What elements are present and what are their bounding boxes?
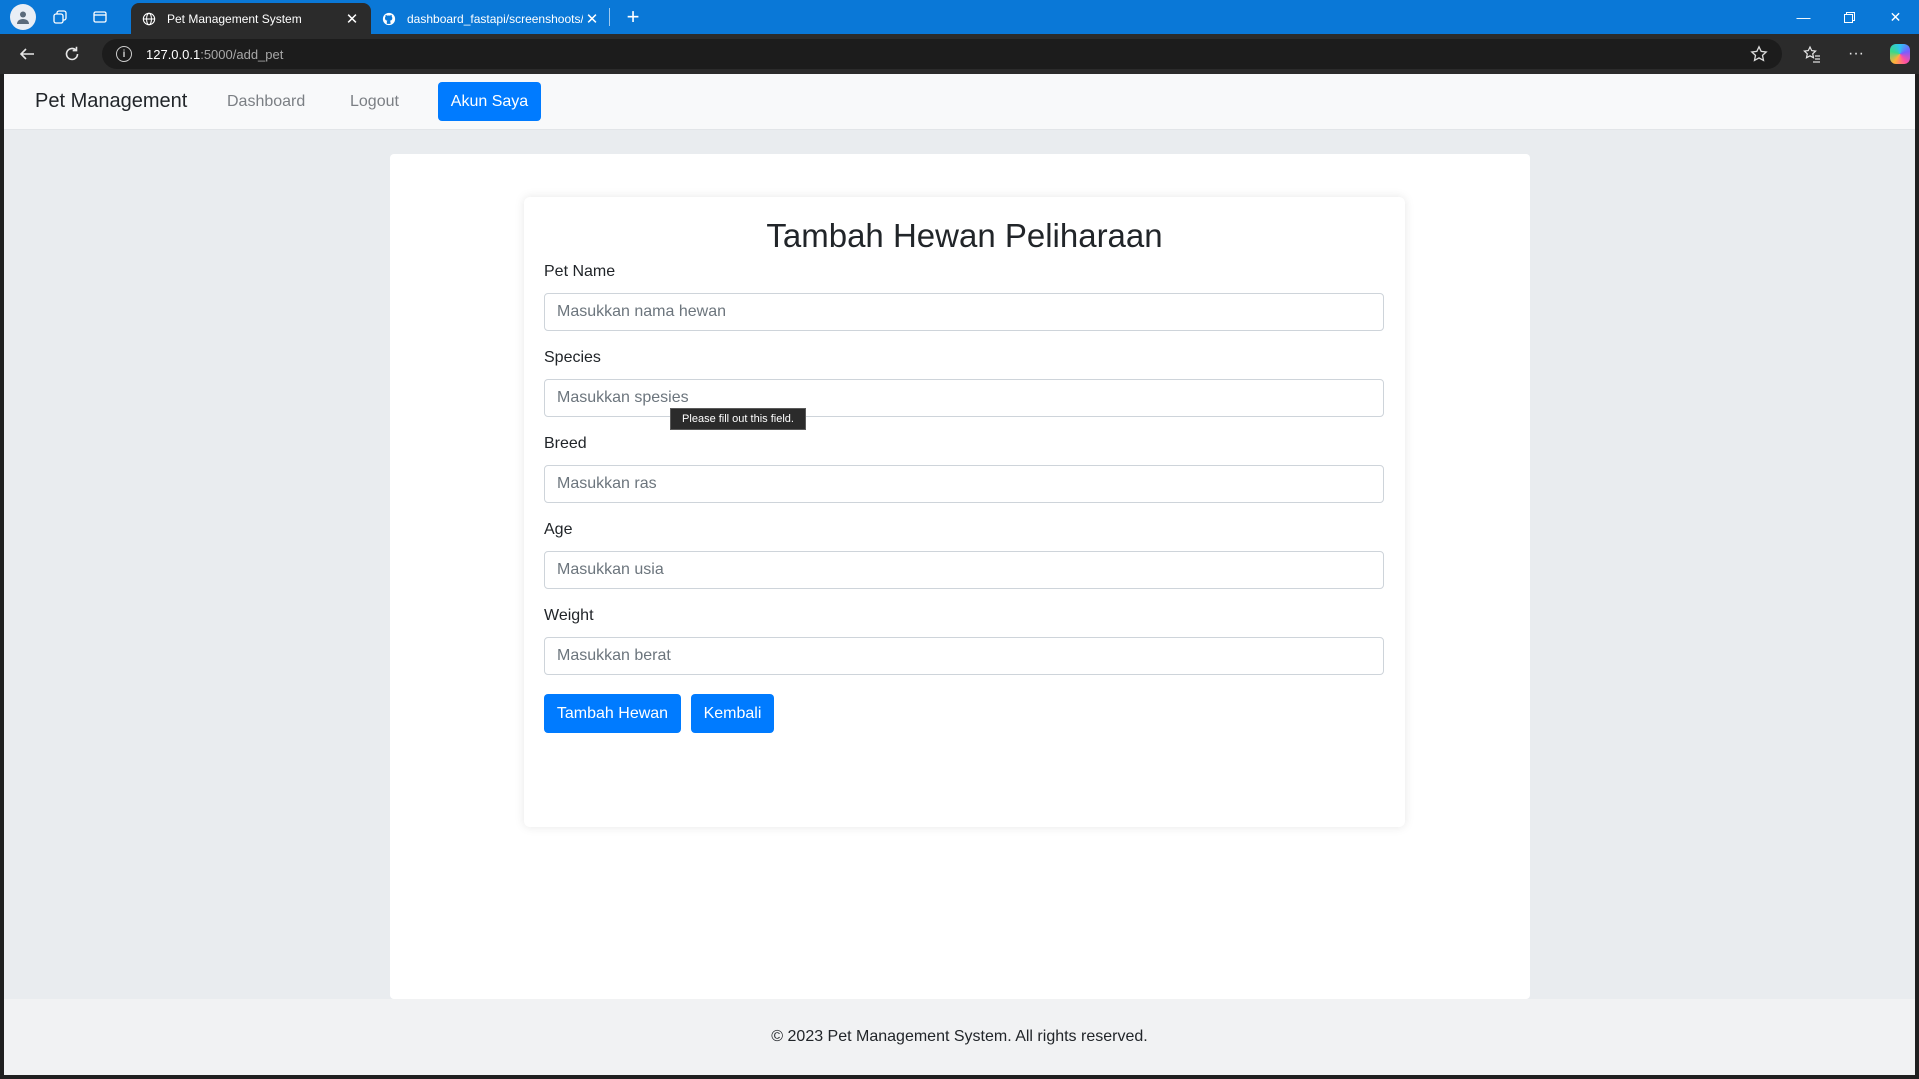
minimize-icon: — <box>1796 9 1811 25</box>
address-bar[interactable]: i 127.0.0.1:5000/add_pet <box>102 39 1782 69</box>
more-dots-icon: ··· <box>1848 45 1864 62</box>
footer-copyright: © 2023 Pet Management System. All rights… <box>771 1028 1148 1045</box>
browser-toolbar: i 127.0.0.1:5000/add_pet ··· <box>0 34 1919 74</box>
close-tab-icon[interactable]: ✕ <box>343 10 361 28</box>
tab-pet-management[interactable]: Pet Management System ✕ <box>131 3 371 34</box>
restore-icon <box>1844 11 1855 23</box>
copilot-button[interactable] <box>1885 40 1915 68</box>
site-footer: © 2023 Pet Management System. All rights… <box>4 999 1915 1075</box>
minimize-button[interactable]: — <box>1781 0 1826 34</box>
breed-input[interactable] <box>544 465 1384 503</box>
refresh-button[interactable] <box>57 40 87 68</box>
pet-name-input[interactable] <box>544 293 1384 331</box>
breed-label: Breed <box>544 435 587 452</box>
age-label: Age <box>544 521 573 538</box>
close-icon: ✕ <box>1889 8 1902 25</box>
workspaces-button[interactable] <box>40 0 80 34</box>
url-host: 127.0.0.1 <box>146 46 201 62</box>
refresh-icon <box>65 46 79 61</box>
navbar-brand[interactable]: Pet Management <box>35 90 187 113</box>
page-title: Tambah Hewan Peliharaan <box>766 217 1163 254</box>
favorite-star-icon[interactable] <box>1750 45 1768 66</box>
new-tab-button[interactable]: + <box>620 4 646 30</box>
favorites-button[interactable] <box>1797 40 1827 68</box>
weight-input[interactable] <box>544 637 1384 675</box>
tab-title: dashboard_fastapi/screenshoots/ <box>407 11 583 26</box>
close-window-button[interactable]: ✕ <box>1873 0 1918 34</box>
profile-button[interactable] <box>0 0 40 34</box>
plus-icon: + <box>626 4 640 29</box>
validation-tooltip: Please fill out this field. <box>670 408 806 430</box>
copilot-icon <box>1890 44 1910 64</box>
more-options-button[interactable]: ··· <box>1841 40 1871 68</box>
tab-separator <box>609 8 610 26</box>
page-viewport: Pet Management Dashboard Logout Akun Say… <box>4 74 1915 1075</box>
site-info-icon[interactable]: i <box>116 46 132 62</box>
add-pet-button[interactable]: Tambah Hewan <box>544 694 681 733</box>
url-path: :5000/add_pet <box>200 46 284 62</box>
browser-tab-strip: Pet Management System ✕ dashboard_fastap… <box>0 0 1919 34</box>
workspaces-icon <box>53 10 67 24</box>
nav-link-logout[interactable]: Logout <box>350 93 399 111</box>
account-button[interactable]: Akun Saya <box>438 82 541 121</box>
tab-title: Pet Management System <box>167 11 302 26</box>
nav-link-dashboard[interactable]: Dashboard <box>227 93 305 111</box>
site-navbar: Pet Management Dashboard Logout Akun Say… <box>4 74 1915 130</box>
tab-actions-icon <box>93 11 107 23</box>
tab-actions-button[interactable] <box>80 0 120 34</box>
weight-label: Weight <box>544 607 594 624</box>
add-pet-form: Tambah Hewan Peliharaan Pet Name Species… <box>524 197 1405 827</box>
age-input[interactable] <box>544 551 1384 589</box>
globe-icon <box>141 11 157 27</box>
species-label: Species <box>544 349 601 366</box>
pet-name-label: Pet Name <box>544 263 616 280</box>
favorites-icon <box>1803 45 1820 63</box>
arrow-left-icon <box>19 48 34 60</box>
profile-icon <box>10 4 36 30</box>
back-button[interactable] <box>12 40 42 68</box>
close-tab-icon[interactable]: ✕ <box>583 10 601 28</box>
restore-button[interactable] <box>1827 0 1872 34</box>
back-button[interactable]: Kembali <box>691 694 774 733</box>
github-icon <box>381 11 397 27</box>
tab-github[interactable]: dashboard_fastapi/screenshoots/ ✕ <box>371 3 611 34</box>
